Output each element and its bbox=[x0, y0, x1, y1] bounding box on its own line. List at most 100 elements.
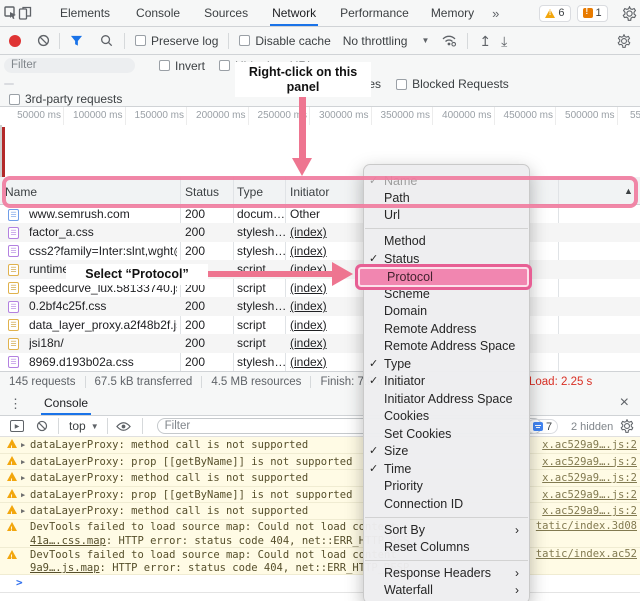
expand-arrow-icon[interactable]: ▶ bbox=[21, 437, 25, 454]
console-warning-row[interactable]: ▶ dataLayerProxy: method call is not sup… bbox=[0, 470, 640, 487]
expand-arrow-icon[interactable]: ▶ bbox=[21, 503, 25, 520]
drawer-kebab-icon[interactable]: ⋮ bbox=[4, 397, 27, 410]
menu-item-remote-address-space[interactable]: Remote Address Space bbox=[364, 338, 529, 356]
inspect-icon[interactable] bbox=[4, 4, 18, 22]
console-warning-row[interactable]: DevTools failed to load source map: Coul… bbox=[0, 548, 640, 576]
chevron-down-icon[interactable]: ▼ bbox=[421, 36, 429, 45]
blocked-requests-checkbox[interactable]: Blocked Requests bbox=[396, 77, 509, 91]
tab-console[interactable]: Console bbox=[134, 0, 182, 26]
tab-memory[interactable]: Memory bbox=[429, 0, 476, 26]
request-row[interactable]: ☰ factor_a.css 200 stylesh… (index) bbox=[0, 223, 640, 241]
column-header-status[interactable]: Status bbox=[185, 185, 219, 199]
chevron-down-icon[interactable]: ▼ bbox=[91, 422, 99, 431]
menu-item-initiator[interactable]: ✓ Initiator bbox=[364, 373, 529, 391]
tab-performance[interactable]: Performance bbox=[338, 0, 411, 26]
request-initiator[interactable]: (index) bbox=[290, 279, 327, 297]
request-initiator[interactable]: (index) bbox=[290, 316, 327, 334]
menu-item-url[interactable]: Url bbox=[364, 207, 529, 224]
menu-item-size[interactable]: ✓ Size bbox=[364, 443, 529, 461]
filter-funnel-icon[interactable] bbox=[66, 32, 86, 50]
source-link[interactable]: x.ac529a9….js:2 bbox=[542, 487, 637, 504]
requests-table-header[interactable]: Name Status Type Initiator ▲ bbox=[0, 177, 640, 205]
column-header-initiator[interactable]: Initiator bbox=[290, 185, 329, 199]
throttling-select[interactable]: No throttling bbox=[343, 34, 408, 48]
source-link[interactable]: x.ac529a9….js:2 bbox=[542, 470, 637, 487]
source-map-link[interactable]: 41a….css.map bbox=[30, 535, 106, 547]
request-row[interactable]: ☰ 8969.d193b02a.css 200 stylesh… (index) bbox=[0, 353, 640, 371]
menu-item-path[interactable]: Path bbox=[364, 190, 529, 207]
request-initiator[interactable]: (index) bbox=[290, 242, 327, 260]
source-link[interactable]: tatic/index.ac52 bbox=[536, 548, 637, 562]
menu-item-name[interactable]: ✓ Name bbox=[364, 173, 529, 190]
request-initiator[interactable]: Other bbox=[290, 205, 320, 223]
sort-asc-icon[interactable]: ▲ bbox=[624, 186, 633, 196]
console-sidebar-icon[interactable]: ▶ bbox=[10, 420, 24, 432]
menu-item-connection-id[interactable]: Connection ID bbox=[364, 496, 529, 514]
column-header-name[interactable]: Name bbox=[5, 185, 37, 199]
hidden-messages-label[interactable]: 2 hidden bbox=[571, 421, 613, 433]
console-warning-row[interactable]: DevTools failed to load source map: Coul… bbox=[0, 520, 640, 548]
request-row[interactable]: ☰ css2?family=Inter:slnt,wght@-… 200 sty… bbox=[0, 242, 640, 260]
menu-item-remote-address[interactable]: Remote Address bbox=[364, 321, 529, 339]
console-warning-row[interactable]: ▶ dataLayerProxy: prop [[getByName]] is … bbox=[0, 487, 640, 504]
settings-gear-icon[interactable] bbox=[622, 4, 637, 22]
source-map-link[interactable]: 9a9….js.map bbox=[30, 562, 100, 574]
expand-arrow-icon[interactable]: ▶ bbox=[21, 454, 25, 471]
source-link[interactable]: x.ac529a9….js:2 bbox=[542, 454, 637, 471]
tab-elements[interactable]: Elements bbox=[58, 0, 112, 26]
request-row[interactable]: ☰ 0.2bf4c25f.css 200 stylesh… (index) bbox=[0, 297, 640, 315]
menu-item-reset-columns[interactable]: Reset Columns bbox=[364, 539, 529, 556]
menu-item-domain[interactable]: Domain bbox=[364, 303, 529, 321]
source-link[interactable]: x.ac529a9….js:2 bbox=[542, 503, 637, 520]
menu-item-initiator-address-space[interactable]: Initiator Address Space bbox=[364, 391, 529, 409]
request-initiator[interactable]: (index) bbox=[290, 297, 327, 315]
clear-console-icon[interactable] bbox=[32, 417, 52, 435]
menu-item-time[interactable]: ✓ Time bbox=[364, 461, 529, 479]
third-party-checkbox[interactable]: 3rd-party requests bbox=[9, 92, 122, 106]
issues-badge[interactable]: 1 bbox=[577, 5, 608, 22]
console-warning-row[interactable]: ▶ dataLayerProxy: method call is not sup… bbox=[0, 437, 640, 454]
network-conditions-icon[interactable] bbox=[439, 32, 459, 50]
request-row[interactable]: ☰ data_layer_proxy.a2f48b2f.js 200 scrip… bbox=[0, 316, 640, 334]
network-settings-gear-icon[interactable] bbox=[614, 32, 634, 50]
menu-item-waterfall[interactable]: Waterfall › bbox=[364, 582, 529, 599]
resource-chip-all[interactable] bbox=[4, 83, 14, 85]
search-icon[interactable] bbox=[96, 32, 116, 50]
export-har-icon[interactable]: ⤓ bbox=[496, 34, 512, 48]
network-overview[interactable] bbox=[0, 125, 640, 177]
clear-icon[interactable] bbox=[33, 32, 53, 50]
expand-arrow-icon[interactable]: ▶ bbox=[21, 470, 25, 487]
console-warning-row[interactable]: ▶ dataLayerProxy: method call is not sup… bbox=[0, 503, 640, 520]
expand-arrow-icon[interactable]: ▶ bbox=[21, 487, 25, 504]
menu-item-type[interactable]: ✓ Type bbox=[364, 356, 529, 374]
device-toolbar-icon[interactable] bbox=[18, 4, 32, 22]
kebab-menu-icon[interactable]: ⋮ bbox=[637, 7, 640, 20]
menu-item-response-headers[interactable]: Response Headers › bbox=[364, 565, 529, 582]
invert-checkbox[interactable]: Invert bbox=[159, 59, 205, 73]
request-row[interactable]: ☰ jsi18n/ 200 script (index) bbox=[0, 334, 640, 352]
menu-item-sort-by[interactable]: Sort By › bbox=[364, 522, 529, 539]
tab-sources[interactable]: Sources bbox=[202, 0, 250, 26]
record-button[interactable] bbox=[9, 35, 21, 47]
menu-item-method[interactable]: Method bbox=[364, 233, 529, 251]
network-filter-input[interactable]: Filter bbox=[4, 58, 135, 73]
menu-item-cookies[interactable]: Cookies bbox=[364, 408, 529, 426]
request-initiator[interactable]: (index) bbox=[290, 334, 327, 352]
import-har-icon[interactable]: ↥ bbox=[474, 34, 496, 48]
request-row[interactable]: ☰ www.semrush.com 200 docum… Other bbox=[0, 205, 640, 223]
more-tabs-icon[interactable]: » bbox=[492, 6, 499, 21]
request-initiator[interactable]: (index) bbox=[290, 223, 327, 241]
context-selector[interactable]: top bbox=[69, 419, 86, 433]
preserve-log-checkbox[interactable]: Preserve log bbox=[135, 34, 218, 48]
source-link[interactable]: tatic/index.3d08 bbox=[536, 520, 637, 534]
disable-cache-checkbox[interactable]: Disable cache bbox=[239, 34, 330, 48]
close-drawer-icon[interactable]: × bbox=[615, 395, 634, 411]
console-prompt[interactable]: > bbox=[0, 575, 640, 593]
console-filter-badge[interactable]: 7 bbox=[527, 419, 558, 434]
column-header-type[interactable]: Type bbox=[237, 185, 263, 199]
tab-network[interactable]: Network bbox=[270, 0, 318, 26]
timeline-ruler[interactable]: 50000 ms100000 ms150000 ms200000 ms25000… bbox=[0, 107, 640, 125]
menu-item-set-cookies[interactable]: Set Cookies bbox=[364, 426, 529, 444]
console-warning-row[interactable]: ▶ dataLayerProxy: prop [[getByName]] is … bbox=[0, 454, 640, 471]
drawer-tab-console[interactable]: Console bbox=[41, 391, 91, 415]
